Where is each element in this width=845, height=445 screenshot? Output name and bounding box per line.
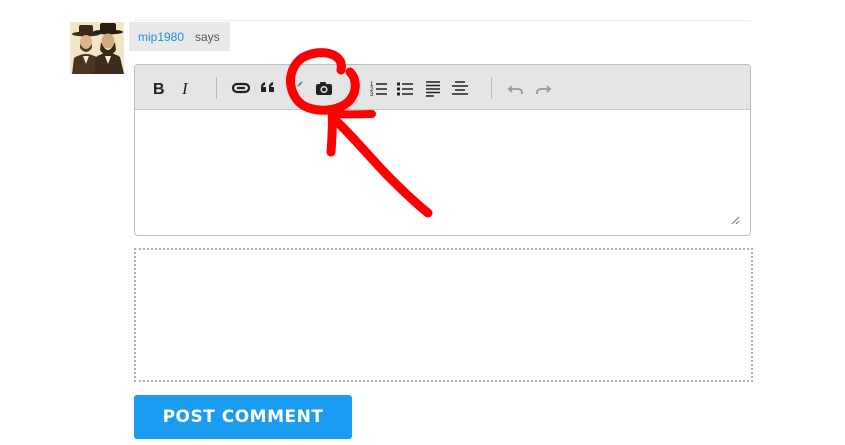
undo-icon [507, 85, 523, 94]
bullet-list-button[interactable] [394, 77, 416, 99]
avatar-image [70, 22, 124, 74]
blockquote-button[interactable] [257, 77, 279, 99]
italic-button[interactable]: I [175, 77, 197, 99]
redo-button[interactable] [532, 77, 554, 99]
bullet-list-icon [397, 82, 413, 96]
avatar[interactable] [70, 22, 124, 74]
separator-line [134, 20, 751, 21]
svg-text:I: I [181, 79, 189, 98]
says-label: says [195, 30, 220, 44]
resize-grip-icon[interactable] [731, 216, 740, 225]
link-icon [231, 82, 251, 94]
quote-icon [261, 82, 274, 92]
unlink-icon [289, 81, 303, 93]
comment-author-bar: mip1980 says [129, 22, 230, 51]
editor-toolbar: B I 1 2 3 [135, 65, 750, 110]
attachment-dropzone[interactable] [134, 248, 753, 382]
unlink-button[interactable] [285, 77, 307, 99]
comment-textarea[interactable] [135, 110, 750, 235]
italic-icon: I [181, 79, 189, 98]
post-comment-button[interactable]: POST COMMENT [134, 395, 352, 439]
toolbar-separator [216, 77, 217, 99]
svg-text:B: B [153, 81, 165, 98]
svg-text:3: 3 [370, 92, 374, 98]
numbered-list-icon: 1 2 3 [370, 82, 387, 98]
comment-editor: B I 1 2 3 [134, 64, 751, 236]
undo-button[interactable] [505, 77, 527, 99]
toolbar-separator [491, 77, 492, 99]
camera-icon [316, 82, 332, 95]
bold-button[interactable]: B [148, 77, 170, 99]
image-button[interactable] [313, 77, 335, 99]
align-center-icon [452, 81, 468, 95]
ordered-list-button[interactable]: 1 2 3 [368, 77, 390, 99]
author-name-link[interactable]: mip1980 [138, 30, 184, 44]
bold-icon: B [153, 81, 165, 98]
align-left-button[interactable] [422, 77, 444, 99]
align-left-icon [426, 81, 440, 97]
link-button[interactable] [230, 77, 252, 99]
redo-icon [536, 85, 552, 94]
align-center-button[interactable] [449, 77, 471, 99]
